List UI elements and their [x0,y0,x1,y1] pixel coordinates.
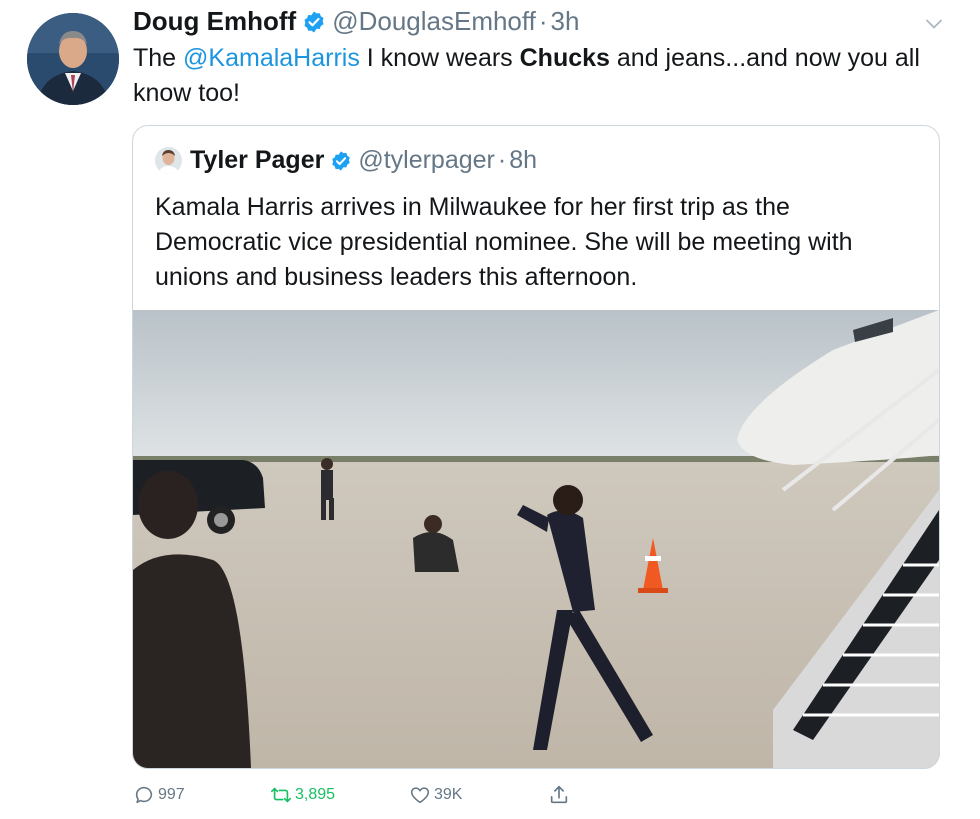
reply-count: 997 [158,786,185,803]
mention-link[interactable]: @KamalaHarris [183,44,360,72]
chevron-down-icon[interactable] [922,12,946,36]
quoted-avatar-photo [155,147,182,174]
tweet-timestamp[interactable]: 3h [551,6,580,37]
quoted-tweet-timestamp: 8h [509,146,538,174]
quoted-author-name: Tyler Pager [190,146,325,174]
retweet-icon [271,787,291,803]
separator-dot: · [538,6,548,36]
like-count: 39K [434,786,463,803]
quoted-tweet-card[interactable]: Tyler Pager @tylerpager · 8h Kamala Harr… [132,125,940,769]
quoted-author-avatar [155,147,182,174]
tweet-text: The @KamalaHarris I know wears Chucks an… [133,41,933,111]
quoted-author-handle: @tylerpager [358,146,495,174]
tweet-text-part: The [133,44,184,72]
verified-badge-icon [304,11,324,32]
quoted-tweet-header: Tyler Pager @tylerpager · 8h [155,146,537,175]
retweet-button[interactable]: 3,895 [270,784,335,806]
tweet-header: Doug Emhoff @DouglasEmhoff · 3h [133,6,579,37]
share-button[interactable] [548,784,573,806]
heart-icon [410,787,430,804]
tweet-text-part: I know wears [359,44,520,72]
author-handle[interactable]: @DouglasEmhoff [332,6,536,37]
retweet-count: 3,895 [295,786,336,803]
author-avatar[interactable] [27,13,119,105]
quoted-tweet-text: Kamala Harris arrives in Milwaukee for h… [155,193,853,291]
avatar-photo [27,13,119,105]
tweet-text-bold: Chucks [519,44,610,72]
tweet-actions: 997 3,895 39K [0,780,980,814]
author-name[interactable]: Doug Emhoff [133,6,296,37]
quoted-tweet-video[interactable] [133,310,939,768]
reply-icon [135,786,153,804]
share-icon [550,785,568,804]
verified-badge-icon [332,150,351,171]
like-button[interactable]: 39K [409,784,462,806]
reply-button[interactable]: 997 [133,784,185,806]
separator-dot: · [497,146,507,174]
